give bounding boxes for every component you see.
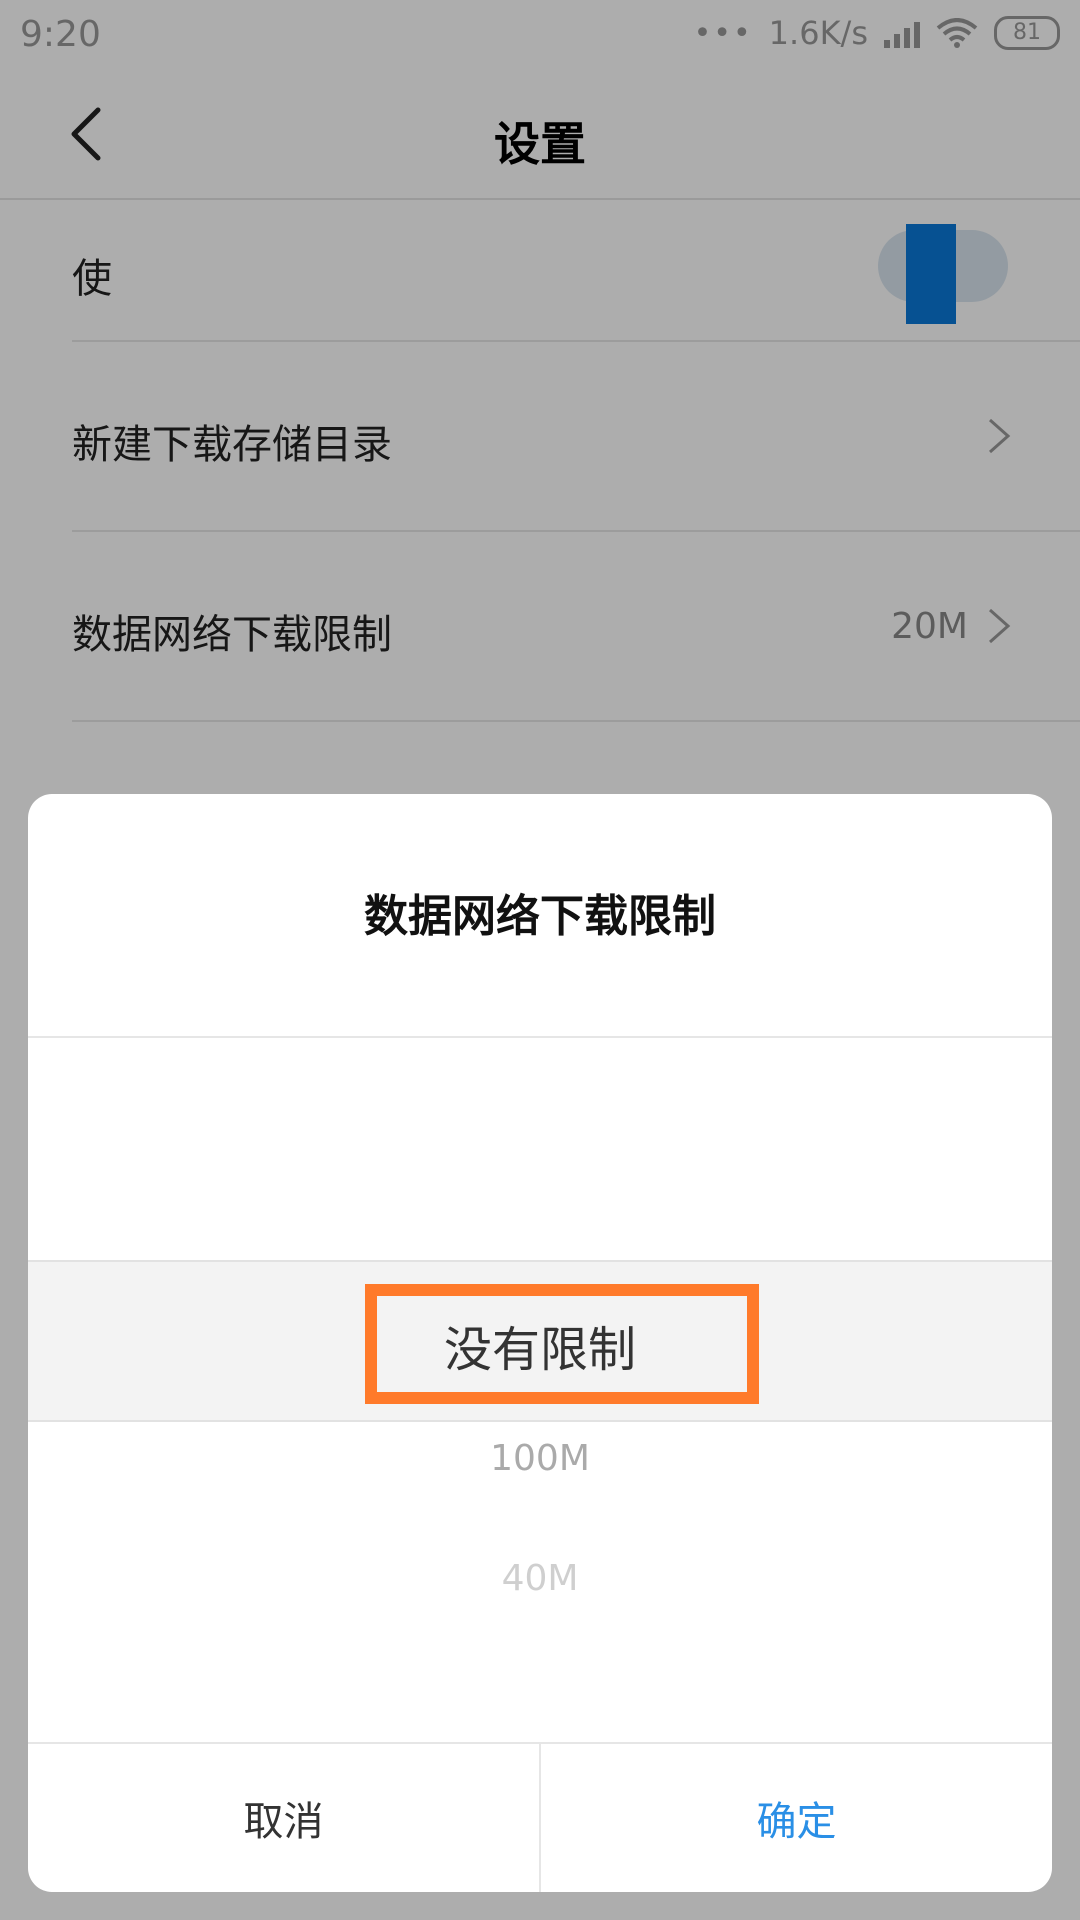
watermark-url: jingyan.baidu.com — [837, 1859, 1023, 1883]
baidu-jingyan-watermark: Bai 经验 jingyan.baidu.com — [830, 1804, 1030, 1904]
cancel-button[interactable]: 取消 — [28, 1744, 541, 1892]
picker-option[interactable]: 40M — [28, 1558, 1052, 1599]
annotation-highlight-box — [365, 1284, 759, 1404]
download-limit-dialog: 数据网络下载限制 没有限制 100M 40M 取消 确定 — [28, 794, 1052, 1892]
dialog-title: 数据网络下载限制 — [364, 891, 716, 942]
picker-option[interactable]: 100M — [28, 1438, 1052, 1479]
watermark-logo: Bai 经验 — [857, 1815, 1003, 1857]
